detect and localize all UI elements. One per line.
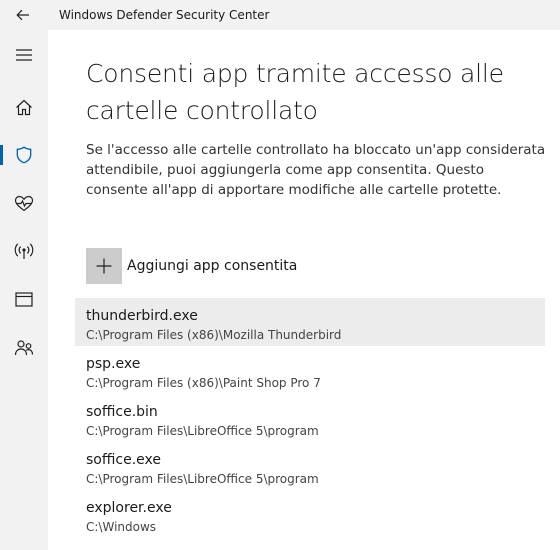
allowed-app-list: thunderbird.exe C:\Program Files (x86)\M… bbox=[75, 298, 545, 538]
app-path: C:\Program Files (x86)\Paint Shop Pro 7 bbox=[86, 376, 321, 390]
add-allowed-app-button[interactable]: Aggiungi app consentita bbox=[86, 247, 297, 285]
sidebar-item-firewall-network[interactable] bbox=[0, 231, 48, 271]
sidebar bbox=[0, 30, 48, 550]
app-name: soffice.exe bbox=[86, 452, 161, 468]
browser-window-icon bbox=[15, 291, 33, 307]
wireless-icon bbox=[14, 243, 34, 259]
app-name: explorer.exe bbox=[86, 500, 172, 516]
app-name: psp.exe bbox=[86, 356, 141, 372]
app-name: thunderbird.exe bbox=[86, 308, 198, 324]
sidebar-item-app-browser-control[interactable] bbox=[0, 279, 48, 319]
app-path: C:\Program Files\LibreOffice 5\program bbox=[86, 472, 319, 486]
list-item[interactable]: soffice.exe C:\Program Files\LibreOffice… bbox=[75, 442, 545, 490]
title-bar: Windows Defender Security Center bbox=[0, 0, 560, 30]
sidebar-item-family-options[interactable] bbox=[0, 327, 48, 367]
list-item[interactable]: soffice.bin C:\Program Files\LibreOffice… bbox=[75, 394, 545, 442]
home-icon bbox=[16, 99, 32, 115]
shield-icon bbox=[16, 146, 32, 164]
hamburger-menu-button[interactable] bbox=[0, 35, 48, 75]
app-path: C:\Program Files (x86)\Mozilla Thunderbi… bbox=[86, 328, 342, 342]
page-title: Consenti app tramite accesso alle cartel… bbox=[86, 59, 504, 125]
page-description: Se l'accesso alle cartelle controllato h… bbox=[86, 142, 546, 198]
back-arrow-icon bbox=[16, 9, 29, 21]
list-item[interactable]: explorer.exe C:\Windows bbox=[75, 490, 545, 538]
hamburger-menu-icon bbox=[16, 49, 32, 61]
plus-icon bbox=[96, 258, 112, 274]
sidebar-item-home[interactable] bbox=[0, 87, 48, 127]
app-path: C:\Windows bbox=[86, 520, 157, 534]
list-item[interactable]: thunderbird.exe C:\Program Files (x86)\M… bbox=[75, 298, 545, 346]
window-title: Windows Defender Security Center bbox=[59, 8, 270, 22]
app-path: C:\Program Files\LibreOffice 5\program bbox=[86, 424, 319, 438]
sidebar-item-virus-protection[interactable] bbox=[0, 135, 48, 175]
app-name: soffice.bin bbox=[86, 404, 158, 420]
add-button-box[interactable] bbox=[86, 248, 122, 284]
add-allowed-app-label: Aggiungi app consentita bbox=[127, 258, 298, 274]
back-button[interactable] bbox=[12, 5, 34, 25]
heart-pulse-icon bbox=[14, 195, 34, 211]
list-item[interactable]: psp.exe C:\Program Files (x86)\Paint Sho… bbox=[75, 346, 545, 394]
family-icon bbox=[14, 339, 34, 355]
sidebar-item-device-health[interactable] bbox=[0, 183, 48, 223]
